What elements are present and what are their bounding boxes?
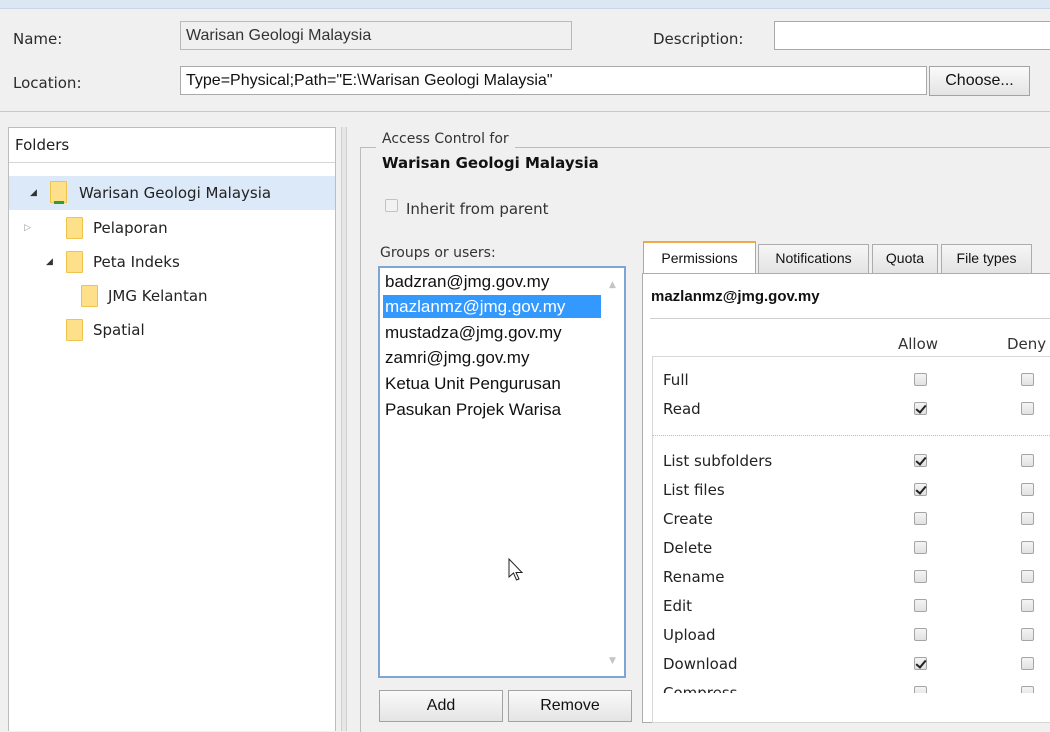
- tab-file-types[interactable]: File types: [941, 244, 1032, 273]
- tree-item-pelaporan[interactable]: ▷ Pelaporan: [9, 211, 335, 245]
- mouse-cursor-icon: [508, 558, 524, 581]
- deny-full-checkbox[interactable]: [1021, 373, 1034, 386]
- deny-rename-checkbox[interactable]: [1021, 570, 1034, 583]
- name-label: Name:: [13, 30, 63, 48]
- user-item-selected[interactable]: mazlanmz@jmg.gov.my: [383, 295, 601, 318]
- tree-item-label: Warisan Geologi Malaysia: [79, 184, 272, 202]
- user-item[interactable]: badzran@jmg.gov.my: [383, 270, 551, 293]
- perm-label-download: Download: [663, 655, 738, 673]
- deny-create-checkbox[interactable]: [1021, 512, 1034, 525]
- allow-delete-checkbox[interactable]: [914, 541, 927, 554]
- deny-list-files-checkbox[interactable]: [1021, 483, 1034, 496]
- deny-edit-checkbox[interactable]: [1021, 599, 1034, 612]
- folder-icon: [66, 251, 83, 273]
- network-folder-icon: [50, 181, 67, 203]
- perm-label-list-files: List files: [663, 481, 725, 499]
- perm-label-full: Full: [663, 371, 689, 389]
- groups-users-label: Groups or users:: [380, 245, 496, 261]
- scroll-down-icon[interactable]: ▼: [609, 656, 616, 666]
- allow-header: Allow: [898, 335, 939, 353]
- deny-compress-checkbox[interactable]: [1021, 686, 1034, 693]
- allow-download-checkbox[interactable]: [914, 657, 927, 670]
- add-button[interactable]: Add: [379, 690, 503, 722]
- choose-button[interactable]: Choose...: [929, 66, 1030, 96]
- allow-upload-checkbox[interactable]: [914, 628, 927, 641]
- location-field[interactable]: Type=Physical;Path="E:\Warisan Geologi M…: [180, 66, 927, 95]
- expand-open-icon[interactable]: ◢: [30, 176, 37, 210]
- allow-full-checkbox[interactable]: [914, 373, 927, 386]
- description-field[interactable]: [774, 21, 1050, 50]
- tree-item-label: JMG Kelantan: [108, 287, 208, 305]
- perm-label-rename: Rename: [663, 568, 725, 586]
- tree-item-peta-indeks[interactable]: ◢ Peta Indeks: [9, 245, 335, 279]
- allow-rename-checkbox[interactable]: [914, 570, 927, 583]
- tree-item-label: Spatial: [93, 321, 145, 339]
- users-list[interactable]: badzran@jmg.gov.my mazlanmz@jmg.gov.my m…: [378, 266, 626, 678]
- header-divider: [0, 111, 1050, 112]
- perm-label-read: Read: [663, 400, 701, 418]
- deny-list-subfolders-checkbox[interactable]: [1021, 454, 1034, 467]
- allow-list-subfolders-checkbox[interactable]: [914, 454, 927, 467]
- tab-permissions[interactable]: Permissions: [643, 241, 756, 274]
- perm-label-upload: Upload: [663, 626, 716, 644]
- allow-edit-checkbox[interactable]: [914, 599, 927, 612]
- user-item[interactable]: Pasukan Projek Warisa: [383, 398, 563, 421]
- scroll-up-icon[interactable]: ▲: [609, 280, 616, 290]
- tree-item-label: Peta Indeks: [93, 253, 180, 271]
- allow-read-checkbox[interactable]: [914, 402, 927, 415]
- folder-icon: [81, 285, 98, 307]
- deny-download-checkbox[interactable]: [1021, 657, 1034, 670]
- inherit-checkbox[interactable]: [385, 199, 398, 212]
- share-icon: [54, 201, 64, 204]
- user-item[interactable]: zamri@jmg.gov.my: [383, 346, 531, 369]
- users-scrollbar[interactable]: ▲ ▼: [606, 270, 622, 674]
- deny-header: Deny: [1007, 335, 1047, 353]
- allow-compress-checkbox[interactable]: [914, 686, 927, 693]
- permissions-overflow-clip: Compress: [653, 679, 1049, 693]
- remove-button[interactable]: Remove: [508, 690, 632, 722]
- inherit-label: Inherit from parent: [406, 200, 549, 218]
- allow-list-files-checkbox[interactable]: [914, 483, 927, 496]
- location-label: Location:: [13, 74, 82, 92]
- description-label: Description:: [653, 30, 744, 48]
- permissions-divider: [650, 318, 1050, 319]
- tree-item-warisan-geologi-malaysia[interactable]: ◢ Warisan Geologi Malaysia: [9, 176, 335, 210]
- expand-closed-icon[interactable]: ▷: [24, 211, 31, 245]
- permissions-user: mazlanmz@jmg.gov.my: [651, 288, 820, 305]
- tree-item-jmg-kelantan[interactable]: JMG Kelantan: [9, 279, 335, 313]
- folder-icon: [66, 217, 83, 239]
- perm-label-list-subfolders: List subfolders: [663, 452, 773, 470]
- expand-open-icon[interactable]: ◢: [46, 245, 53, 279]
- tree-item-spatial[interactable]: Spatial: [9, 313, 335, 347]
- name-field[interactable]: Warisan Geologi Malaysia: [180, 21, 572, 50]
- deny-delete-checkbox[interactable]: [1021, 541, 1034, 554]
- folder-icon: [66, 319, 83, 341]
- tree-item-label: Pelaporan: [93, 219, 168, 237]
- user-item[interactable]: mustadza@jmg.gov.my: [383, 321, 564, 344]
- perm-label-edit: Edit: [663, 597, 693, 615]
- perm-label-create: Create: [663, 510, 713, 528]
- perm-label-delete: Delete: [663, 539, 713, 557]
- perm-label-compress: Compress: [663, 684, 738, 693]
- access-control-legend: Access Control for: [376, 129, 515, 149]
- panel-splitter[interactable]: [341, 127, 347, 731]
- permissions-separator: [652, 435, 1050, 436]
- deny-read-checkbox[interactable]: [1021, 402, 1034, 415]
- allow-create-checkbox[interactable]: [914, 512, 927, 525]
- deny-upload-checkbox[interactable]: [1021, 628, 1034, 641]
- tab-notifications[interactable]: Notifications: [758, 244, 869, 273]
- tab-quota[interactable]: Quota: [872, 244, 938, 273]
- folders-title: Folders: [9, 128, 335, 163]
- user-item[interactable]: Ketua Unit Pengurusan: [383, 372, 563, 395]
- access-target: Warisan Geologi Malaysia: [382, 154, 599, 172]
